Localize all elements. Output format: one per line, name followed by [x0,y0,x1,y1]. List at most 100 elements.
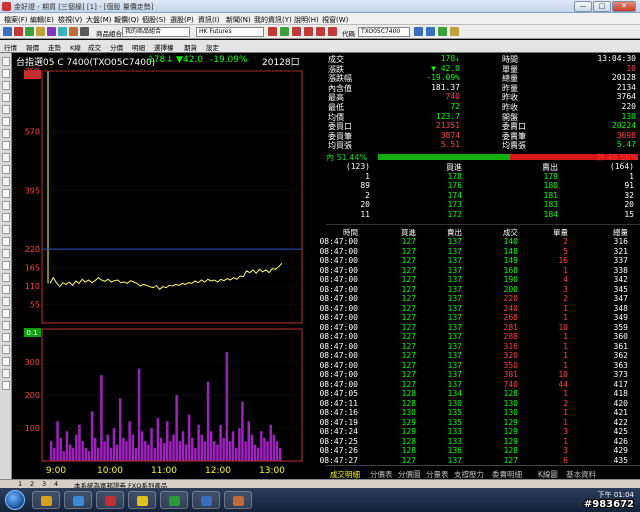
strip-button[interactable] [2,129,10,138]
refresh-icon[interactable] [14,27,23,36]
menu-quote[interactable]: 報價(Q) [114,15,139,25]
down-icon[interactable] [280,27,289,36]
export-icon[interactable] [438,27,447,36]
strip-button[interactable] [2,249,10,258]
menu-window[interactable]: 視窗(W) [322,15,348,25]
symbol-input[interactable]: TXO05C7400 [358,27,410,37]
strip-button[interactable] [2,225,10,234]
page-tab-2[interactable]: 2 [30,480,34,488]
fn-futures[interactable]: 期貨 [184,42,197,52]
strip-button[interactable] [2,285,10,294]
taskbar-app[interactable] [64,491,92,509]
trade-row[interactable]: 08:47:00 127 137 288 1 360 [319,332,640,342]
strip-button[interactable] [2,81,10,90]
strip-button[interactable] [2,309,10,318]
page-tab-1[interactable]: 1 [18,480,22,488]
search-icon[interactable] [414,27,423,36]
strip-button[interactable] [2,345,10,354]
page-tab-4[interactable]: 4 [54,480,58,488]
strip-button[interactable] [2,297,10,306]
home-icon[interactable] [3,27,12,36]
taskbar-app[interactable] [96,491,124,509]
taskbar-app[interactable] [192,491,220,509]
trade-row[interactable]: 08:47:00 127 137 140 2 316 [319,237,640,247]
taskbar-app[interactable] [160,491,188,509]
strip-button[interactable] [2,213,10,222]
zoom-icon[interactable] [426,27,435,36]
trade-row[interactable]: 08:47:16 130 135 130 1 421 [319,408,640,418]
fn-detail[interactable]: 明細 [132,42,145,52]
menu-stock[interactable]: 個股(S) [142,15,166,25]
market-select[interactable]: HK Futures [196,27,264,37]
strip-button[interactable] [2,141,10,150]
news-icon[interactable] [58,27,67,36]
trade-detail-table[interactable]: 時間 買進 賣出 成交 單量 總量 08:47:00 127 137 140 2 316 08:47:0… [319,224,640,466]
last-icon[interactable] [328,27,337,36]
strip-button[interactable] [2,321,10,330]
minimize-button[interactable]: — [574,1,592,12]
fn-trade[interactable]: 成交 [88,42,101,52]
trade-row[interactable]: 08:47:00 127 137 148 5 321 [319,247,640,257]
maximize-button[interactable]: □ [593,1,611,12]
fn-distribution[interactable]: 分價 [110,42,123,52]
menu-view[interactable]: 檢視(V) [58,15,82,25]
menu-file[interactable]: 檔案(F) [4,15,28,25]
trade-row[interactable]: 08:47:00 127 137 240 1 348 [319,304,640,314]
trade-row[interactable]: 08:47:26 128 136 128 3 429 [319,446,640,456]
menu-screen[interactable]: 選股(P) [170,15,194,25]
chart-icon[interactable] [25,27,34,36]
trade-row[interactable]: 08:47:11 128 130 130 2 420 [319,399,640,409]
trade-row[interactable]: 08:47:00 127 137 200 3 345 [319,285,640,295]
trade-row[interactable]: 08:47:19 129 135 129 1 422 [319,418,640,428]
trade-row[interactable]: 08:47:00 127 137 740 44 417 [319,380,640,390]
menu-info[interactable]: 資訊(I) [198,15,220,25]
trade-row[interactable]: 08:47:00 127 137 168 1 338 [319,266,640,276]
first-icon[interactable] [316,27,325,36]
prev-icon[interactable] [292,27,301,36]
settings-icon[interactable] [80,27,89,36]
fn-quote[interactable]: 行情 [4,42,17,52]
menu-my-info[interactable]: 我的資訊(Y) [254,15,292,25]
menu-edit[interactable]: 編輯(E) [30,15,54,25]
alert-icon[interactable] [69,27,78,36]
folder-icon[interactable] [36,27,45,36]
start-button[interactable] [5,490,25,510]
strip-button[interactable] [2,273,10,282]
strip-button[interactable] [2,153,10,162]
strip-button[interactable] [2,93,10,102]
strip-button[interactable] [2,117,10,126]
strip-button[interactable] [2,261,10,270]
trade-row[interactable]: 08:47:00 127 137 281 10 359 [319,323,640,333]
fn-price[interactable]: 報價 [26,42,39,52]
trade-row[interactable]: 08:47:27 127 137 127 6 435 [319,456,640,466]
trade-row[interactable]: 08:47:00 127 137 220 2 347 [319,294,640,304]
taskbar-app[interactable] [32,491,60,509]
trade-row[interactable]: 08:47:00 127 137 320 1 362 [319,351,640,361]
strip-button[interactable] [2,57,10,66]
fn-settings[interactable]: 設定 [206,42,219,52]
trade-row[interactable]: 08:47:24 129 133 129 3 425 [319,427,640,437]
strip-button[interactable] [2,357,10,366]
trade-row[interactable]: 08:47:25 128 133 129 1 426 [319,437,640,447]
price-volume-chart[interactable]: 750570395220165110553002001000.19:0010:0… [12,67,324,479]
tool-icon[interactable] [450,27,459,36]
trade-row[interactable]: 08:47:00 127 137 149 16 337 [319,256,640,266]
menu-help[interactable]: 說明(H) [294,15,319,25]
strip-button[interactable] [2,333,10,342]
strip-button[interactable] [2,369,10,378]
taskbar-app[interactable] [128,491,156,509]
strip-button[interactable] [2,381,10,390]
close-button[interactable]: ✕ [612,1,636,12]
fn-kline[interactable]: K線 [70,42,81,52]
group-select[interactable]: 我的商品組合 [122,27,190,37]
trade-row[interactable]: 08:47:00 127 137 350 1 363 [319,361,640,371]
up-icon[interactable] [268,27,277,36]
trade-row[interactable]: 08:47:00 127 137 190 4 342 [319,275,640,285]
menu-market[interactable]: 大盤(M) [86,15,112,25]
strip-button[interactable] [2,189,10,198]
trade-row[interactable]: 08:47:00 127 137 316 1 361 [319,342,640,352]
next-icon[interactable] [304,27,313,36]
menu-news[interactable]: 新聞(N) [226,15,251,25]
trade-row[interactable]: 08:47:00 127 137 268 1 349 [319,313,640,323]
strip-button[interactable] [2,201,10,210]
